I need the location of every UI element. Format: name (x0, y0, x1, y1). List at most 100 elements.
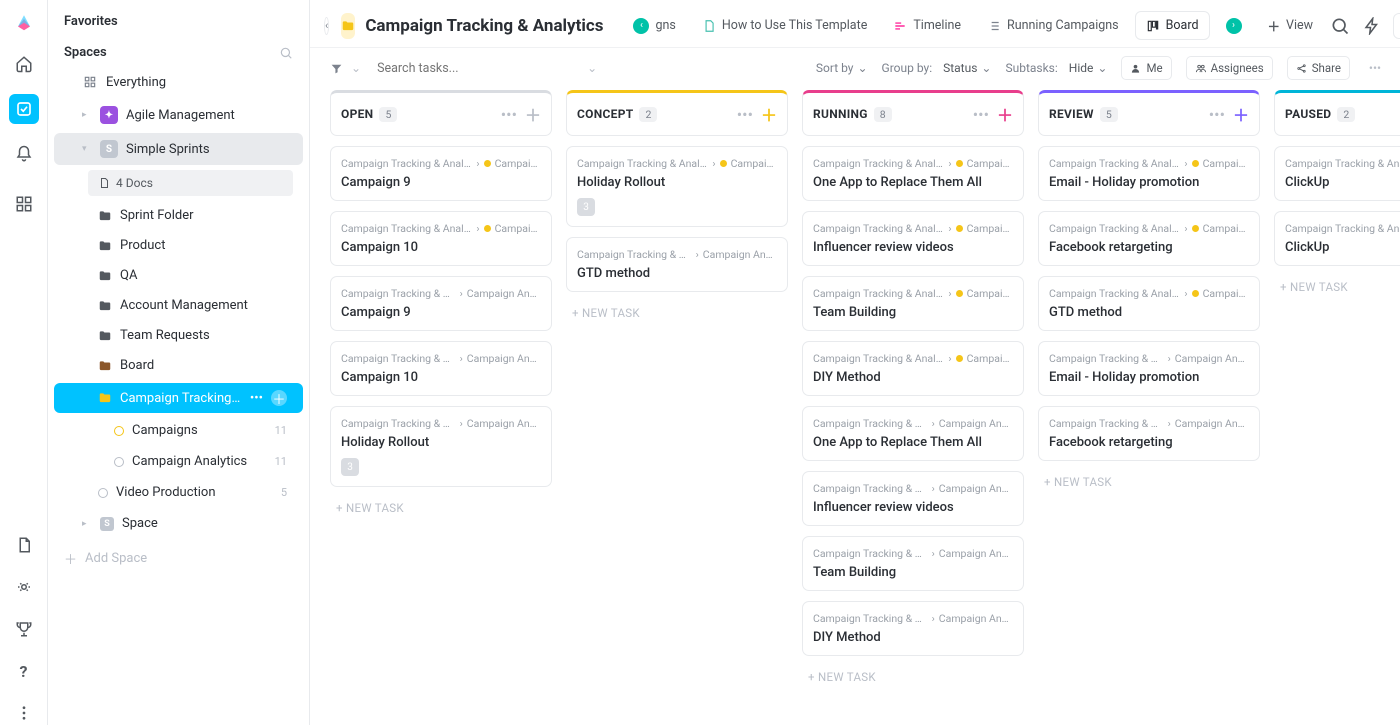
list-campaigns[interactable]: Campaigns 11 (54, 416, 303, 445)
list-label: Campaigns (132, 423, 198, 438)
column-header[interactable]: REVIEW5•••＋ (1038, 90, 1260, 136)
task-card[interactable]: Campaign Tracking & An...›Campaign Anal.… (802, 536, 1024, 591)
task-card[interactable]: Campaign Tracking & An...›Campaign Anal.… (802, 406, 1024, 461)
column-header[interactable]: OPEN5•••＋ (330, 90, 552, 136)
add-view-button[interactable]: ＋View (1258, 10, 1324, 41)
new-task-button[interactable]: + NEW TASK (1038, 471, 1260, 493)
new-task-button[interactable]: + NEW TASK (566, 302, 788, 324)
space-simple-sprints[interactable]: ▾ S Simple Sprints (54, 133, 303, 165)
task-card[interactable]: Campaign Tracking & Analyti...›Campaig..… (802, 341, 1024, 396)
task-card[interactable]: Campaign Tracking & Ana...ClickUp (1274, 146, 1400, 201)
breadcrumb: Campaign Tracking & An...›Campaign Anal.… (813, 547, 1013, 560)
list-count: 5 (281, 486, 287, 499)
task-card[interactable]: Campaign Tracking & Analyti...›Campaig..… (330, 211, 552, 266)
pulse-icon[interactable] (12, 575, 36, 599)
task-card[interactable]: Campaign Tracking & Analyti...›Campaig..… (802, 276, 1024, 331)
chevron-down-icon: ⌄ (857, 61, 867, 75)
task-card[interactable]: Campaign Tracking & An...›Campaign Anal.… (802, 601, 1024, 656)
more-options-button[interactable]: ••• (1364, 57, 1386, 79)
folder-sprint-folder[interactable]: Sprint Folder (54, 201, 303, 230)
assignees-button[interactable]: Assignees (1186, 56, 1273, 80)
task-card[interactable]: Campaign Tracking & Analyti...›Campaig..… (566, 146, 788, 227)
task-card[interactable]: Campaign Tracking & Analyti...›Campaig..… (1038, 211, 1260, 266)
task-card[interactable]: Campaign Tracking & An...›Campaign Anal.… (802, 471, 1024, 526)
chevron-down-icon[interactable]: ⌄ (587, 61, 597, 75)
column-add-icon[interactable]: ＋ (997, 102, 1013, 126)
task-card[interactable]: Campaign Tracking & An...›Campaign Anal.… (1038, 341, 1260, 396)
docs-row[interactable]: 4 Docs (88, 170, 293, 196)
search-spaces-icon[interactable] (279, 46, 293, 60)
share-button[interactable]: Share (1287, 56, 1350, 80)
folder-board[interactable]: Board (54, 351, 303, 380)
tab-running[interactable]: Running Campaigns (977, 12, 1129, 39)
folder-campaign-tracking[interactable]: Campaign Tracking & Analy... ••• ＋ (54, 383, 303, 413)
folder-add-icon[interactable]: ＋ (271, 390, 287, 406)
column-add-icon[interactable]: ＋ (761, 102, 777, 126)
logo-icon[interactable] (12, 10, 36, 34)
tab-prev-nav[interactable]: ‹gns (623, 12, 685, 40)
home-icon[interactable] (12, 52, 36, 76)
tab-how-to[interactable]: How to Use This Template (692, 12, 878, 39)
column-header[interactable]: PAUSED2•••＋ (1274, 90, 1400, 136)
search-button[interactable] (1329, 15, 1351, 37)
list-label: Campaign Analytics (132, 454, 247, 469)
everything-row[interactable]: Everything (54, 67, 303, 97)
column-more-icon[interactable]: ••• (1209, 105, 1225, 124)
tasks-icon[interactable] (9, 94, 39, 124)
task-card[interactable]: Campaign Tracking & An...›Campaign Anal.… (566, 237, 788, 292)
notifications-icon[interactable] (12, 142, 36, 166)
task-title: Campaign 9 (341, 175, 541, 190)
column-header[interactable]: RUNNING8•••＋ (802, 90, 1024, 136)
filter-button[interactable]: ⌄ (324, 57, 367, 79)
more-icon[interactable] (12, 701, 36, 725)
folder-product[interactable]: Product (54, 231, 303, 260)
task-card[interactable]: Campaign Tracking & Analyti...›Campaig..… (1038, 146, 1260, 201)
tab-timeline[interactable]: Timeline (883, 12, 971, 39)
group-by-button[interactable]: Group by: Status⌄ (882, 61, 992, 75)
automations-icon[interactable] (1361, 15, 1383, 37)
sort-by-button[interactable]: Sort by⌄ (816, 61, 868, 75)
status-ring-icon (98, 488, 108, 498)
tab-next-nav[interactable]: › (1216, 12, 1252, 40)
new-task-button[interactable]: + NEW TASK (1274, 276, 1400, 298)
task-card[interactable]: Campaign Tracking & An...›Campaign Anal.… (330, 276, 552, 331)
space-agile[interactable]: ▸ ✦ Agile Management (54, 99, 303, 131)
folder-qa[interactable]: QA (54, 261, 303, 290)
add-space-button[interactable]: ＋ Add Space (48, 539, 309, 578)
folder-more-icon[interactable]: ••• (250, 391, 263, 406)
search-tasks-input[interactable] (377, 61, 517, 76)
task-card[interactable]: Campaign Tracking & An...›Campaign Anal.… (330, 406, 552, 487)
new-task-button[interactable]: + NEW TASK (330, 497, 552, 519)
column-more-icon[interactable]: ••• (501, 105, 517, 124)
task-card[interactable]: Campaign Tracking & Analyti...›Campaig..… (330, 146, 552, 201)
goals-icon[interactable] (12, 617, 36, 641)
me-button[interactable]: Me (1121, 56, 1171, 80)
spaces-header[interactable]: Spaces (64, 45, 107, 60)
collapse-sidebar-button[interactable]: ‹ (324, 17, 329, 35)
space-generic[interactable]: ▸ S Space (54, 509, 303, 538)
column-add-icon[interactable]: ＋ (1233, 102, 1249, 126)
task-card[interactable]: Campaign Tracking & An...›Campaign Anal.… (1038, 406, 1260, 461)
list-video-production[interactable]: Video Production 5 (54, 478, 303, 507)
favorites-header[interactable]: Favorites (48, 0, 309, 31)
task-card[interactable]: Campaign Tracking & Analyti...›Campaig..… (802, 211, 1024, 266)
column-more-icon[interactable]: ••• (737, 105, 753, 124)
task-card[interactable]: Campaign Tracking & Analyti...›Campaig..… (802, 146, 1024, 201)
docs-icon[interactable] (12, 533, 36, 557)
help-icon[interactable]: ? (12, 659, 36, 683)
automate-button[interactable]: Automate ⌄ (1393, 13, 1400, 39)
new-task-button[interactable]: + NEW TASK (802, 666, 1024, 688)
column-add-icon[interactable]: ＋ (525, 102, 541, 126)
dashboards-icon[interactable] (12, 192, 36, 216)
task-card[interactable]: Campaign Tracking & An...›Campaign Anal.… (330, 341, 552, 396)
column-header[interactable]: CONCEPT2•••＋ (566, 90, 788, 136)
folder-team-requests[interactable]: Team Requests (54, 321, 303, 350)
list-campaign-analytics[interactable]: Campaign Analytics 11 (54, 447, 303, 476)
tab-board[interactable]: Board (1135, 11, 1210, 40)
task-card[interactable]: Campaign Tracking & An...ClickUp (1274, 211, 1400, 266)
task-card[interactable]: Campaign Tracking & Analyti...›Campaig..… (1038, 276, 1260, 331)
subtasks-button[interactable]: Subtasks: Hide⌄ (1005, 61, 1107, 75)
column-more-icon[interactable]: ••• (973, 105, 989, 124)
folder-account-management[interactable]: Account Management (54, 291, 303, 320)
folder-label: Team Requests (120, 328, 210, 343)
